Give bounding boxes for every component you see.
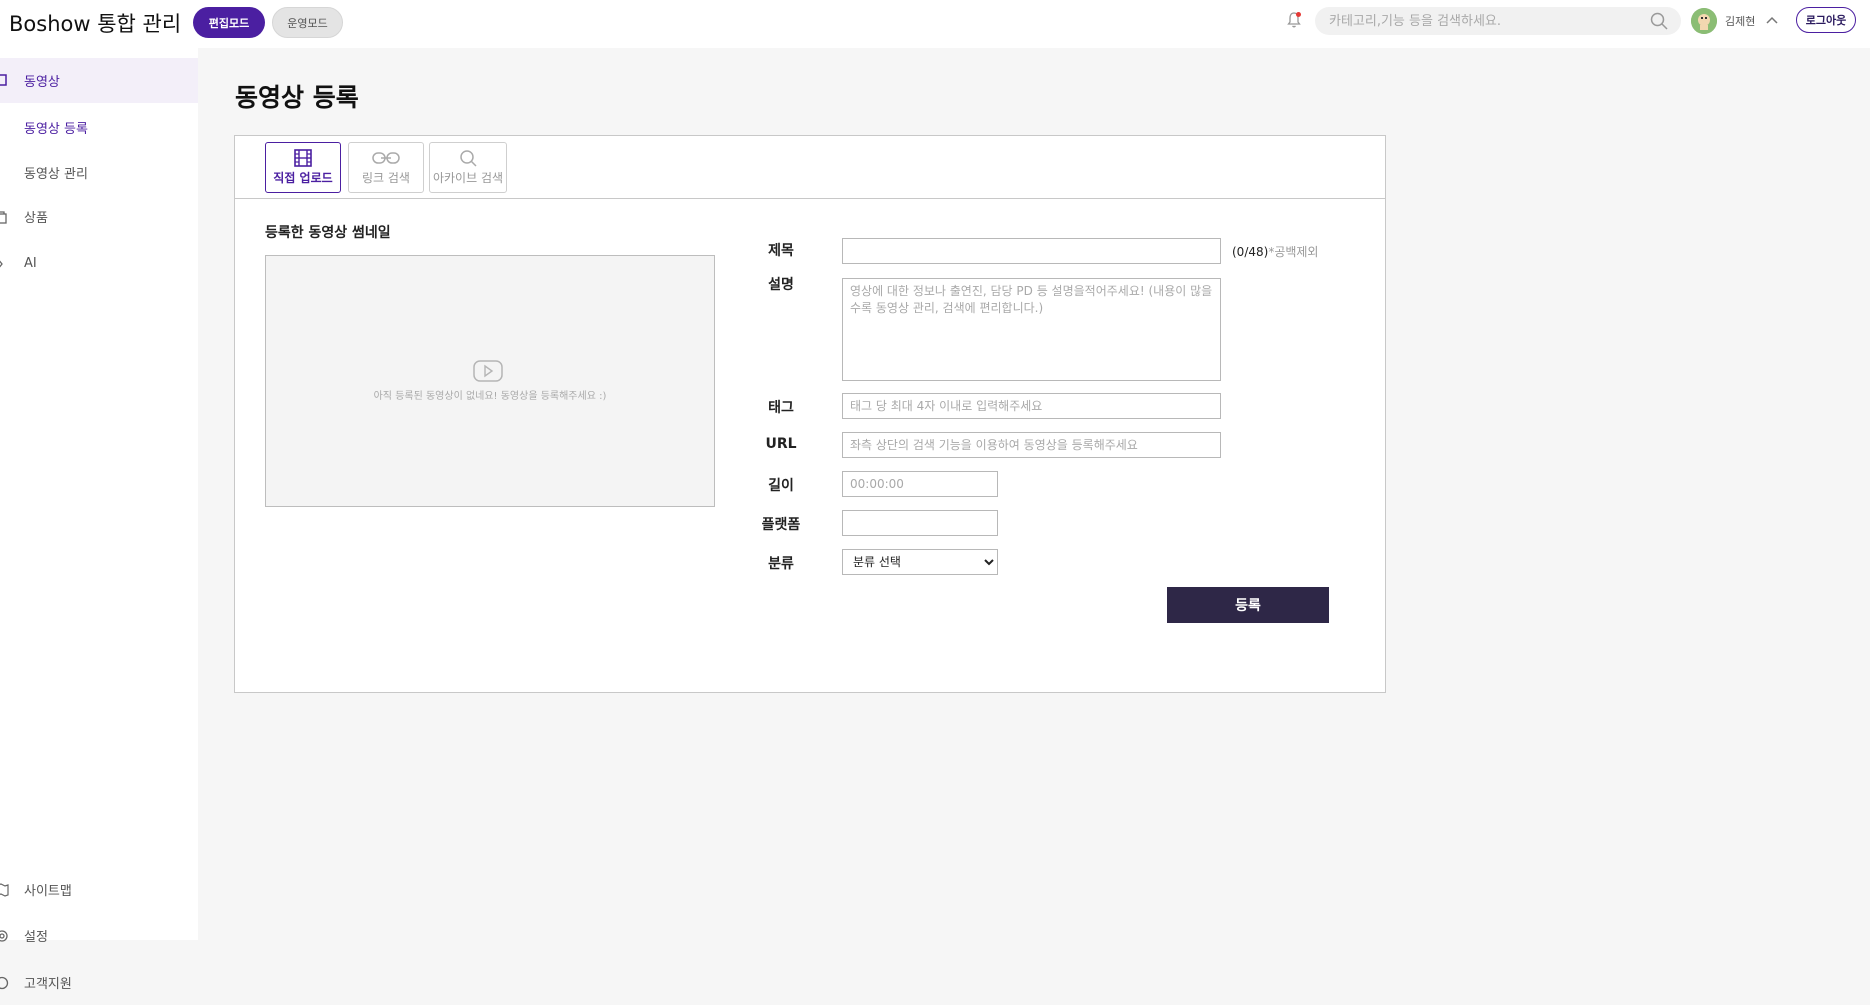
thumbnail-preview: 아직 등록된 동영상이 없네요! 동영상을 등록해주세요 :) — [265, 255, 715, 507]
tab-label: 링크 검색 — [362, 171, 410, 185]
sidebar-item-label: 고객지원 — [24, 977, 72, 992]
sidebar-item-label: 동영상 등록 — [24, 121, 88, 137]
film-icon — [294, 149, 312, 167]
page-title: 동영상 등록 — [235, 83, 359, 112]
platform-label: 플랫폼 — [761, 517, 801, 533]
edit-mode-button[interactable]: 편집모드 — [193, 7, 265, 38]
play-icon — [473, 360, 503, 382]
url-label: URL — [765, 436, 797, 452]
support-icon — [0, 976, 9, 989]
sidebar-item-label: 사이트맵 — [24, 884, 72, 899]
title-counter-value: (0/48) — [1232, 245, 1269, 259]
tab-label: 직접 업로드 — [273, 171, 333, 185]
sidebar-item-video-manage[interactable]: 동영상 관리 — [0, 152, 198, 192]
sidebar-item-settings[interactable]: 설정 — [0, 913, 198, 958]
url-input[interactable] — [842, 432, 1221, 458]
sidebar-item-video[interactable]: 동영상 — [0, 58, 198, 103]
sidebar-item-ai[interactable]: AI — [0, 241, 198, 286]
chevron-up-icon[interactable] — [1765, 13, 1779, 27]
tag-label: 태그 — [768, 400, 794, 416]
tab-direct-upload[interactable]: 직접 업로드 — [265, 142, 341, 193]
title-counter: (0/48)*공백제외 — [1232, 243, 1318, 260]
description-label: 설명 — [768, 277, 794, 293]
category-select[interactable]: 분류 선택 — [842, 549, 998, 575]
ai-icon — [0, 259, 3, 268]
logout-button[interactable]: 로그아웃 — [1796, 7, 1856, 33]
tag-input[interactable] — [842, 393, 1221, 419]
sidebar-item-support[interactable]: 고객지원 — [0, 960, 198, 1005]
sidebar-item-products[interactable]: 상품 — [0, 194, 198, 239]
link-icon — [372, 152, 400, 164]
global-search-input[interactable] — [1329, 12, 1639, 30]
tab-archive-search[interactable]: 아카이브 검색 — [429, 142, 507, 193]
app-title[interactable]: Boshow 통합 관리 — [9, 8, 181, 38]
video-register-card: 직접 업로드 링크 검색 아카이브 검색 등록한 동영상 썸네일 아직 등록된 … — [234, 135, 1386, 693]
search-icon[interactable] — [1649, 11, 1669, 31]
search-icon — [460, 150, 477, 167]
description-input[interactable] — [842, 278, 1221, 381]
sidebar-item-label: 설정 — [24, 930, 48, 945]
user-name[interactable]: 김제현 — [1725, 13, 1755, 29]
length-input[interactable] — [842, 471, 998, 497]
category-label: 분류 — [768, 556, 794, 572]
map-icon — [0, 882, 9, 897]
sidebar-item-label: 동영상 — [24, 75, 60, 90]
sidebar-item-sitemap[interactable]: 사이트맵 — [0, 867, 198, 912]
top-bar: Boshow 통합 관리 편집모드 운영모드 김제현 로그아웃 — [0, 0, 1870, 48]
avatar[interactable] — [1691, 8, 1717, 34]
bell-icon[interactable] — [1286, 11, 1302, 29]
sidebar-item-label: 상품 — [24, 211, 48, 226]
tab-label: 아카이브 검색 — [432, 171, 504, 185]
title-label: 제목 — [768, 243, 794, 259]
upload-tabs: 직접 업로드 링크 검색 아카이브 검색 — [235, 136, 1385, 199]
title-input[interactable] — [842, 238, 1221, 264]
sidebar-item-label: AI — [24, 256, 37, 271]
thumbnail-label: 등록한 동영상 썸네일 — [265, 225, 391, 241]
global-search — [1315, 7, 1681, 35]
sidebar-item-video-register[interactable]: 동영상 등록 — [0, 107, 198, 147]
sidebar-item-label: 동영상 관리 — [24, 166, 88, 182]
title-counter-hint: *공백제외 — [1268, 245, 1319, 259]
square-icon — [0, 73, 7, 86]
thumbnail-empty-message: 아직 등록된 동영상이 없네요! 동영상을 등록해주세요 :) — [373, 391, 607, 402]
platform-input[interactable] — [842, 510, 998, 536]
sidebar: 동영상 동영상 등록 동영상 관리 상품 AI 사이트맵 설정 고객지원 — [0, 48, 198, 992]
gear-icon — [0, 929, 8, 942]
ops-mode-button[interactable]: 운영모드 — [272, 7, 343, 38]
submit-button[interactable]: 등록 — [1167, 587, 1329, 623]
bag-icon — [0, 210, 7, 224]
length-label: 길이 — [768, 478, 794, 494]
tab-link-search[interactable]: 링크 검색 — [348, 142, 424, 193]
